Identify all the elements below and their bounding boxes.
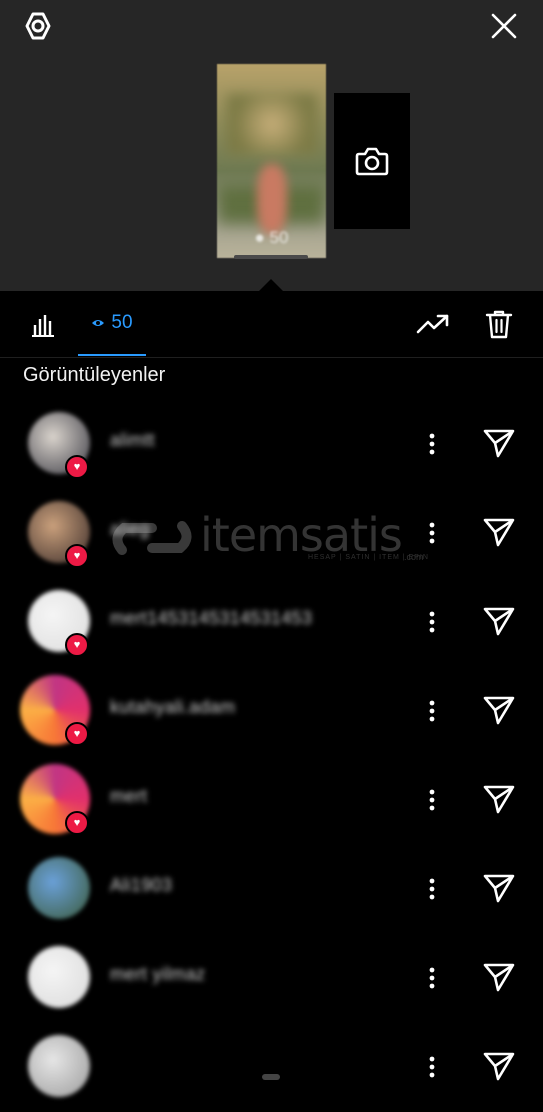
- send-message-button[interactable]: [478, 956, 520, 998]
- viewer-row[interactable]: ♥ alieg: [0, 489, 543, 578]
- avatar-container[interactable]: ♥: [20, 412, 96, 479]
- section-title: Görüntüleyenler: [23, 364, 166, 386]
- viewer-count: 50: [111, 312, 133, 333]
- heart-icon: ♥: [65, 811, 89, 835]
- send-message-button[interactable]: [478, 511, 520, 553]
- more-options-button[interactable]: [418, 1047, 446, 1087]
- send-icon: [483, 696, 515, 725]
- settings-button[interactable]: [20, 8, 56, 44]
- heart-icon: ♥: [65, 544, 89, 568]
- close-button[interactable]: [486, 8, 522, 44]
- avatar: [28, 857, 90, 919]
- send-icon: [483, 1052, 515, 1081]
- send-icon: [483, 607, 515, 636]
- more-vertical-icon: [429, 433, 435, 455]
- bar-chart-icon: [32, 315, 54, 337]
- add-story-button[interactable]: [334, 93, 410, 229]
- camera-icon: [355, 147, 389, 176]
- viewer-username[interactable]: alimtt: [110, 430, 155, 451]
- story-view-count: ● 50: [254, 228, 289, 247]
- avatar: [28, 1035, 90, 1097]
- send-message-button[interactable]: [478, 600, 520, 642]
- viewer-row[interactable]: ♥ alimtt: [0, 400, 543, 489]
- send-icon: [483, 963, 515, 992]
- viewer-row[interactable]: ♥ kutahyali.adam: [0, 667, 543, 756]
- thumbnail-indicator: [234, 255, 308, 259]
- send-message-button[interactable]: [478, 778, 520, 820]
- tab-statistics[interactable]: [22, 305, 64, 343]
- viewer-username[interactable]: Ali1903: [110, 875, 172, 896]
- viewer-row[interactable]: [0, 1023, 543, 1112]
- viewer-username[interactable]: mert yilmaz: [110, 964, 205, 985]
- send-message-button[interactable]: [478, 689, 520, 731]
- avatar: [28, 946, 90, 1008]
- more-vertical-icon: [429, 1056, 435, 1078]
- viewer-row[interactable]: ♥ mert: [0, 756, 543, 845]
- viewer-row[interactable]: Ali1903: [0, 845, 543, 934]
- eye-icon: [92, 320, 105, 326]
- send-icon: [483, 429, 515, 458]
- more-options-button[interactable]: [418, 424, 446, 464]
- more-options-button[interactable]: [418, 780, 446, 820]
- send-message-button[interactable]: [478, 1045, 520, 1087]
- send-icon: [483, 874, 515, 903]
- heart-icon: ♥: [65, 455, 89, 479]
- viewer-list: ♥ alimtt ♥ alieg ♥ mert1453145314531453 ♥ kutah…: [0, 400, 543, 1097]
- avatar-container[interactable]: ♥: [20, 675, 96, 746]
- send-message-button[interactable]: [478, 867, 520, 909]
- viewer-username[interactable]: mert: [110, 786, 147, 807]
- more-options-button[interactable]: [418, 602, 446, 642]
- viewer-row[interactable]: ♥ mert1453145314531453: [0, 578, 543, 667]
- eye-icon: ●: [254, 228, 270, 247]
- more-options-button[interactable]: [418, 958, 446, 998]
- more-options-button[interactable]: [418, 691, 446, 731]
- settings-icon: [25, 12, 51, 40]
- delete-button[interactable]: [480, 305, 518, 343]
- home-indicator: [262, 1074, 280, 1080]
- avatar-container[interactable]: ♥: [20, 764, 96, 835]
- more-vertical-icon: [429, 878, 435, 900]
- viewer-username[interactable]: mert1453145314531453: [110, 608, 312, 629]
- more-options-button[interactable]: [418, 513, 446, 553]
- send-icon: [483, 518, 515, 547]
- more-vertical-icon: [429, 789, 435, 811]
- thumbnail-pointer: [259, 279, 283, 291]
- close-icon: [491, 13, 517, 39]
- more-vertical-icon: [429, 700, 435, 722]
- send-icon: [483, 785, 515, 814]
- story-preview-area: ● 50: [0, 0, 543, 291]
- avatar-container[interactable]: [20, 857, 96, 923]
- avatar-container[interactable]: [20, 946, 96, 1012]
- tab-viewers[interactable]: 50: [78, 291, 146, 356]
- more-vertical-icon: [429, 522, 435, 544]
- trending-up-icon: [416, 314, 449, 334]
- viewer-username[interactable]: alieg: [110, 519, 150, 540]
- heart-icon: ♥: [65, 722, 89, 746]
- avatar-container[interactable]: ♥: [20, 590, 96, 657]
- avatar-container[interactable]: ♥: [20, 501, 96, 568]
- promote-button[interactable]: [412, 307, 454, 341]
- more-vertical-icon: [429, 967, 435, 989]
- heart-icon: ♥: [65, 633, 89, 657]
- more-vertical-icon: [429, 611, 435, 633]
- insights-tab-bar: 50: [0, 291, 543, 358]
- send-message-button[interactable]: [478, 422, 520, 464]
- trash-icon: [485, 310, 513, 339]
- active-tab-indicator: [78, 354, 146, 356]
- more-options-button[interactable]: [418, 869, 446, 909]
- story-thumbnail[interactable]: ● 50: [217, 64, 326, 258]
- avatar-container[interactable]: [20, 1035, 96, 1101]
- viewer-username[interactable]: kutahyali.adam: [110, 697, 235, 718]
- viewer-row[interactable]: mert yilmaz: [0, 934, 543, 1023]
